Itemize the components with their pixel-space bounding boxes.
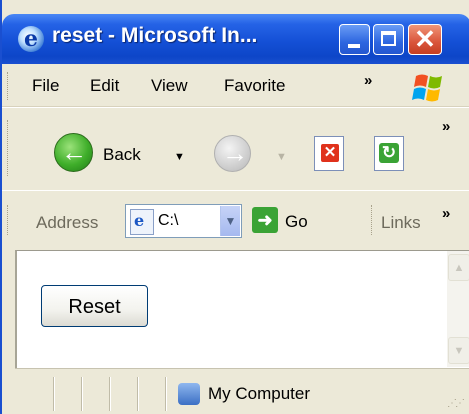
links-overflow-chevron[interactable]: » [442,205,450,222]
back-arrow-icon: ← [61,137,87,167]
menu-file[interactable]: File [32,76,59,96]
maximize-icon [381,31,396,46]
go-arrow-icon[interactable]: ➜ [252,207,278,233]
toolbar-grip[interactable] [7,120,10,176]
address-dropdown-button[interactable]: ▼ [220,206,240,236]
back-button[interactable]: ← [54,133,93,172]
minimize-button[interactable] [339,24,370,55]
status-divider [165,377,167,411]
stop-icon: ✕ [321,144,339,162]
refresh-icon: ↻ [379,143,399,163]
back-label[interactable]: Back [103,145,141,165]
window-title: reset - Microsoft In... [52,24,258,47]
menu-edit[interactable]: Edit [90,76,119,96]
ie-logo-icon: e [18,26,44,52]
windows-flag-logo [412,74,442,102]
go-button[interactable]: Go [285,212,308,232]
forward-arrow-icon: → [222,138,248,168]
menu-view[interactable]: View [151,76,188,96]
forward-dropdown-arrow[interactable]: ▼ [276,151,287,163]
menu-bar: File Edit View Favorite » [2,64,469,107]
minimize-icon [348,44,360,48]
toolbar-overflow-chevron[interactable]: » [442,118,450,135]
status-bar: My Computer ⋰⋰ [15,368,469,414]
menu-favorites[interactable]: Favorite [224,76,285,96]
scroll-up-button[interactable]: ▲ [448,254,469,281]
browser-window: e reset - Microsoft In... ✕ File Edit Vi… [0,0,469,414]
address-label: Address [36,213,99,232]
status-divider [53,377,55,411]
page-icon: e [130,209,154,235]
vertical-scrollbar[interactable]: ▲ ▼ [447,251,469,367]
close-icon: ✕ [414,24,436,54]
status-divider [81,377,83,411]
status-divider [109,377,111,411]
resize-grip[interactable]: ⋰⋰ [447,398,465,409]
address-grip[interactable] [7,205,10,235]
stop-button[interactable]: ✕ [314,136,344,171]
address-input[interactable]: e C:\ ▼ [125,204,242,238]
back-dropdown-arrow[interactable]: ▼ [174,151,185,163]
close-button[interactable]: ✕ [408,24,442,55]
reset-button[interactable]: Reset [41,285,148,327]
links-grip[interactable] [371,205,374,235]
menu-grip[interactable] [7,72,10,100]
refresh-button[interactable]: ↻ [374,136,404,171]
links-label[interactable]: Links [381,213,421,233]
status-divider [137,377,139,411]
address-value[interactable]: C:\ [158,212,178,230]
my-computer-icon [178,383,200,405]
maximize-button[interactable] [373,24,404,55]
menu-overflow-chevron[interactable]: » [364,72,372,89]
scroll-down-button[interactable]: ▼ [448,337,469,364]
title-bar[interactable]: e reset - Microsoft In... ✕ [2,14,469,64]
security-zone-label: My Computer [208,384,311,403]
page-content: Reset ▲ ▼ [15,250,469,369]
forward-button[interactable]: → [214,135,251,172]
